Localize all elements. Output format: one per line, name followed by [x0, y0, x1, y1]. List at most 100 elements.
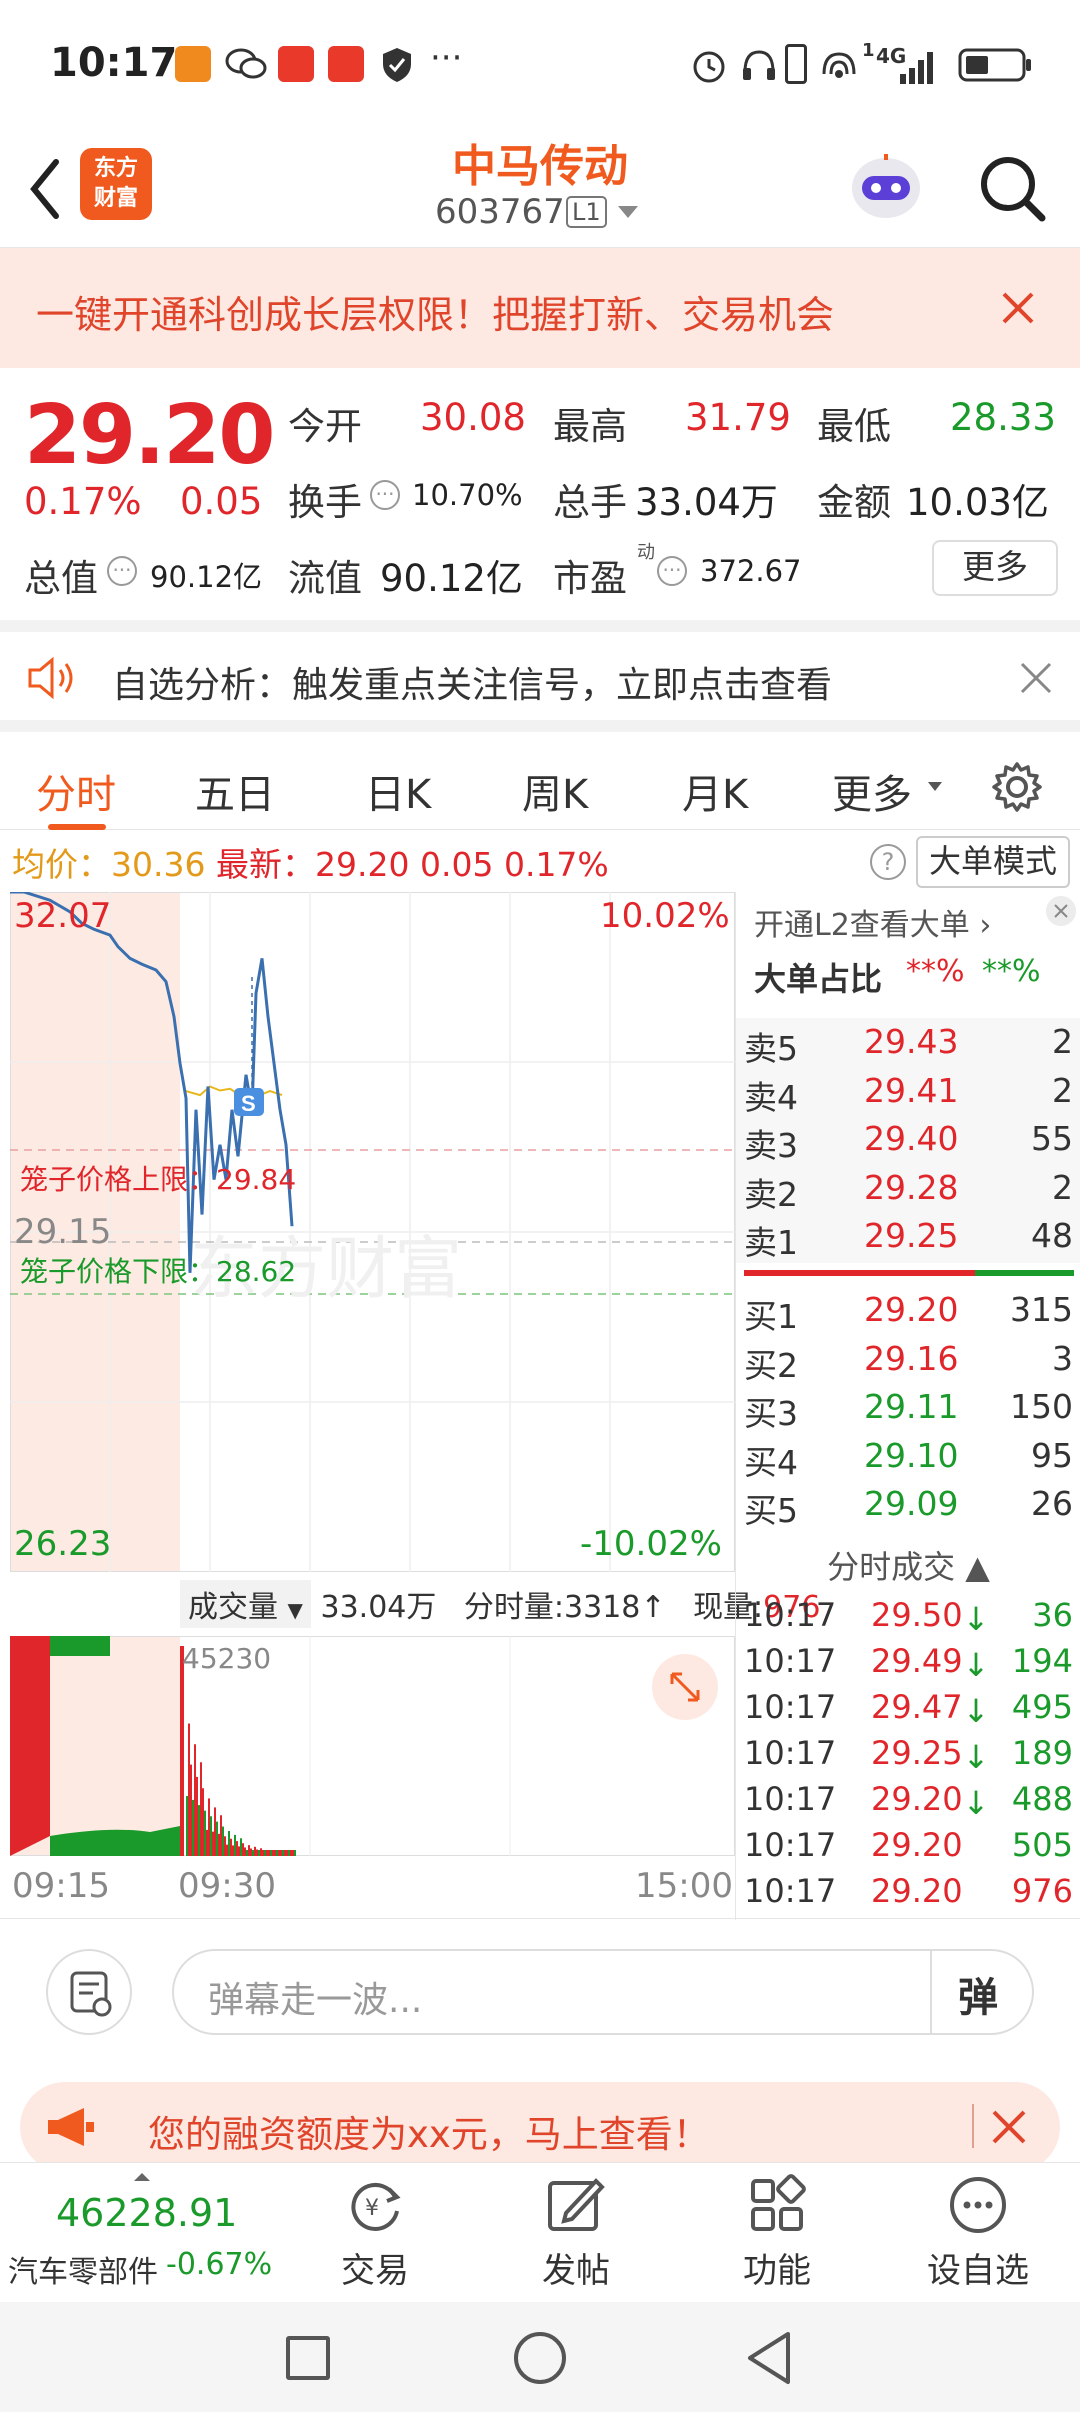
large-order-mode-button[interactable]: 大单模式: [916, 836, 1070, 888]
more-button[interactable]: 更多: [932, 540, 1058, 596]
back-nav-icon[interactable]: [744, 2330, 794, 2386]
analysis-notice[interactable]: 自选分析：触发重点关注信号，立即点击查看: [0, 620, 1080, 720]
search-icon[interactable]: [972, 148, 1052, 228]
back-icon[interactable]: [24, 154, 64, 224]
nav-trade[interactable]: ¥ 交易: [300, 2173, 450, 2292]
expand-icon[interactable]: [652, 1654, 718, 1720]
apps-icon: [745, 2173, 809, 2237]
time-label-close: 15:00: [635, 1866, 733, 1906]
gear-icon[interactable]: [990, 760, 1044, 814]
level-price: 29.20: [864, 1290, 959, 1329]
level-volume: 3: [1052, 1338, 1073, 1378]
volume-bar: [284, 1850, 286, 1856]
close-icon[interactable]: [988, 2106, 1030, 2148]
ask-level-row[interactable]: 卖4 29.41 2: [736, 1067, 1080, 1117]
l2-upgrade-link[interactable]: 开通L2查看大单 ›: [754, 900, 991, 944]
y-axis-top-pct: 10.02%: [600, 896, 730, 936]
volume-peak-label: 45230: [182, 1642, 272, 1675]
s-marker-icon[interactable]: S: [234, 1088, 264, 1116]
period-volume-value: 3318↑: [564, 1590, 666, 1625]
ask-level-row[interactable]: 卖1 29.25 48: [736, 1212, 1080, 1262]
bid-level-row[interactable]: 买5 29.09 26: [736, 1480, 1080, 1530]
nav-functions[interactable]: 功能: [702, 2173, 852, 2292]
info-icon[interactable]: ···: [370, 480, 400, 510]
volume-chart[interactable]: [10, 1636, 735, 1856]
ask-level-row[interactable]: 卖3 29.40 55: [736, 1115, 1080, 1165]
level-label: 卖4: [744, 1077, 798, 1117]
nav-post[interactable]: 发帖: [501, 2173, 651, 2292]
trade-price: 29.20 ↓: [871, 1780, 990, 1822]
y-axis-top-price: 32.07: [14, 896, 112, 936]
home-icon[interactable]: [514, 2332, 566, 2384]
close-icon[interactable]: [996, 286, 1040, 330]
promo-banner[interactable]: 一键开通科创成长层权限！把握打新、交易机会: [0, 248, 1080, 368]
bid-level-row[interactable]: 买3 29.11 150: [736, 1383, 1080, 1433]
help-icon[interactable]: ?: [870, 844, 906, 880]
y-axis-bottom-price: 26.23: [14, 1524, 112, 1564]
stock-code: 603767: [435, 192, 565, 232]
tab-intraday[interactable]: 分时: [36, 762, 116, 820]
financing-promo[interactable]: 您的融资额度为xx元，马上查看！: [20, 2082, 1060, 2172]
close-icon[interactable]: [1046, 896, 1076, 926]
large-order-ratio-buy: **%: [982, 954, 1041, 989]
level-price: 29.16: [864, 1338, 959, 1378]
bid-level-row[interactable]: 买1 29.20 315: [736, 1286, 1080, 1336]
trade-price: 29.50 ↓: [871, 1596, 990, 1638]
ask-level-row[interactable]: 卖2 29.28 2: [736, 1164, 1080, 1214]
tab-five-day[interactable]: 五日: [195, 762, 275, 820]
tab-more[interactable]: 更多: [832, 762, 912, 820]
tab-monthly-k[interactable]: 月K: [682, 762, 748, 820]
volume-bar: [190, 1764, 192, 1856]
megaphone-icon: [44, 2106, 98, 2148]
trade-time: 10:17: [744, 1872, 837, 1910]
volume-bar: [244, 1847, 246, 1856]
tab-weekly-k[interactable]: 周K: [522, 762, 588, 820]
recents-icon[interactable]: [286, 2336, 330, 2380]
info-icon[interactable]: ···: [657, 556, 687, 586]
volume-bar: [226, 1844, 228, 1856]
trade-row: 10:17 29.49 ↓ 194: [736, 1638, 1080, 1686]
robot-assistant-icon[interactable]: [846, 148, 926, 228]
volume-bar: [224, 1836, 226, 1856]
volume-bar: [282, 1850, 284, 1856]
intraday-price-chart[interactable]: 东方财富 S: [10, 892, 735, 1572]
volume-bar: [250, 1848, 252, 1856]
volume-bar: [194, 1744, 196, 1856]
chevron-down-icon[interactable]: [618, 206, 638, 218]
level-label: 卖1: [744, 1223, 798, 1262]
index-value[interactable]: 46228.91: [56, 2191, 237, 2235]
info-icon[interactable]: ···: [107, 556, 137, 586]
expand-up-icon[interactable]: [134, 2173, 150, 2181]
level-price: 29.11: [864, 1387, 959, 1426]
trade-price: 29.20: [871, 1826, 963, 1864]
index-name[interactable]: 汽车零部件: [8, 2247, 158, 2291]
volume-bar: [234, 1834, 236, 1856]
level-badge[interactable]: L1: [566, 196, 607, 228]
bid-level-row[interactable]: 买4 29.10 95: [736, 1432, 1080, 1482]
trade-list: 10:17 29.50 ↓ 36 10:17 29.49 ↓ 194 10:17 29.47 ↓ 49…: [736, 1592, 1080, 1922]
edit-icon: [544, 2173, 608, 2237]
tab-daily-k[interactable]: 日K: [365, 762, 431, 820]
latest-pct: 0.17%: [503, 845, 609, 884]
close-icon[interactable]: [1018, 660, 1054, 696]
trades-header[interactable]: 分时成交 ▲: [736, 1542, 1080, 1588]
volume-selector[interactable]: 成交量 ▼: [180, 1580, 311, 1628]
bottom-nav: 46228.91 汽车零部件 -0.67% ¥ 交易 发帖 功能 设自选: [0, 2162, 1080, 2302]
nav-add-watchlist[interactable]: 设自选: [903, 2173, 1053, 2292]
danmu-input[interactable]: 弹幕走一波... 弹: [172, 1949, 1034, 2035]
trade-volume: 488: [1011, 1780, 1073, 1818]
level-volume: 2: [1052, 1022, 1073, 1061]
eastmoney-logo[interactable]: 东方 财富: [80, 148, 152, 220]
ask-level-row[interactable]: 卖5 29.43 2: [736, 1018, 1080, 1068]
level-volume: 48: [1031, 1216, 1073, 1255]
promo-text: 您的融资额度为xx元，马上查看！: [148, 2113, 710, 2156]
volume-bar: [266, 1850, 268, 1856]
danmu-settings-icon[interactable]: [46, 1949, 132, 2035]
volume-bar: [278, 1850, 280, 1856]
last-price: 29.20: [24, 388, 275, 483]
danmu-toggle-button[interactable]: 弹: [958, 1965, 998, 2023]
bid-level-row[interactable]: 买2 29.16 3: [736, 1335, 1080, 1385]
volume-bar: [218, 1833, 220, 1856]
speaker-icon: [26, 656, 80, 700]
open-label: 今开: [288, 405, 362, 448]
